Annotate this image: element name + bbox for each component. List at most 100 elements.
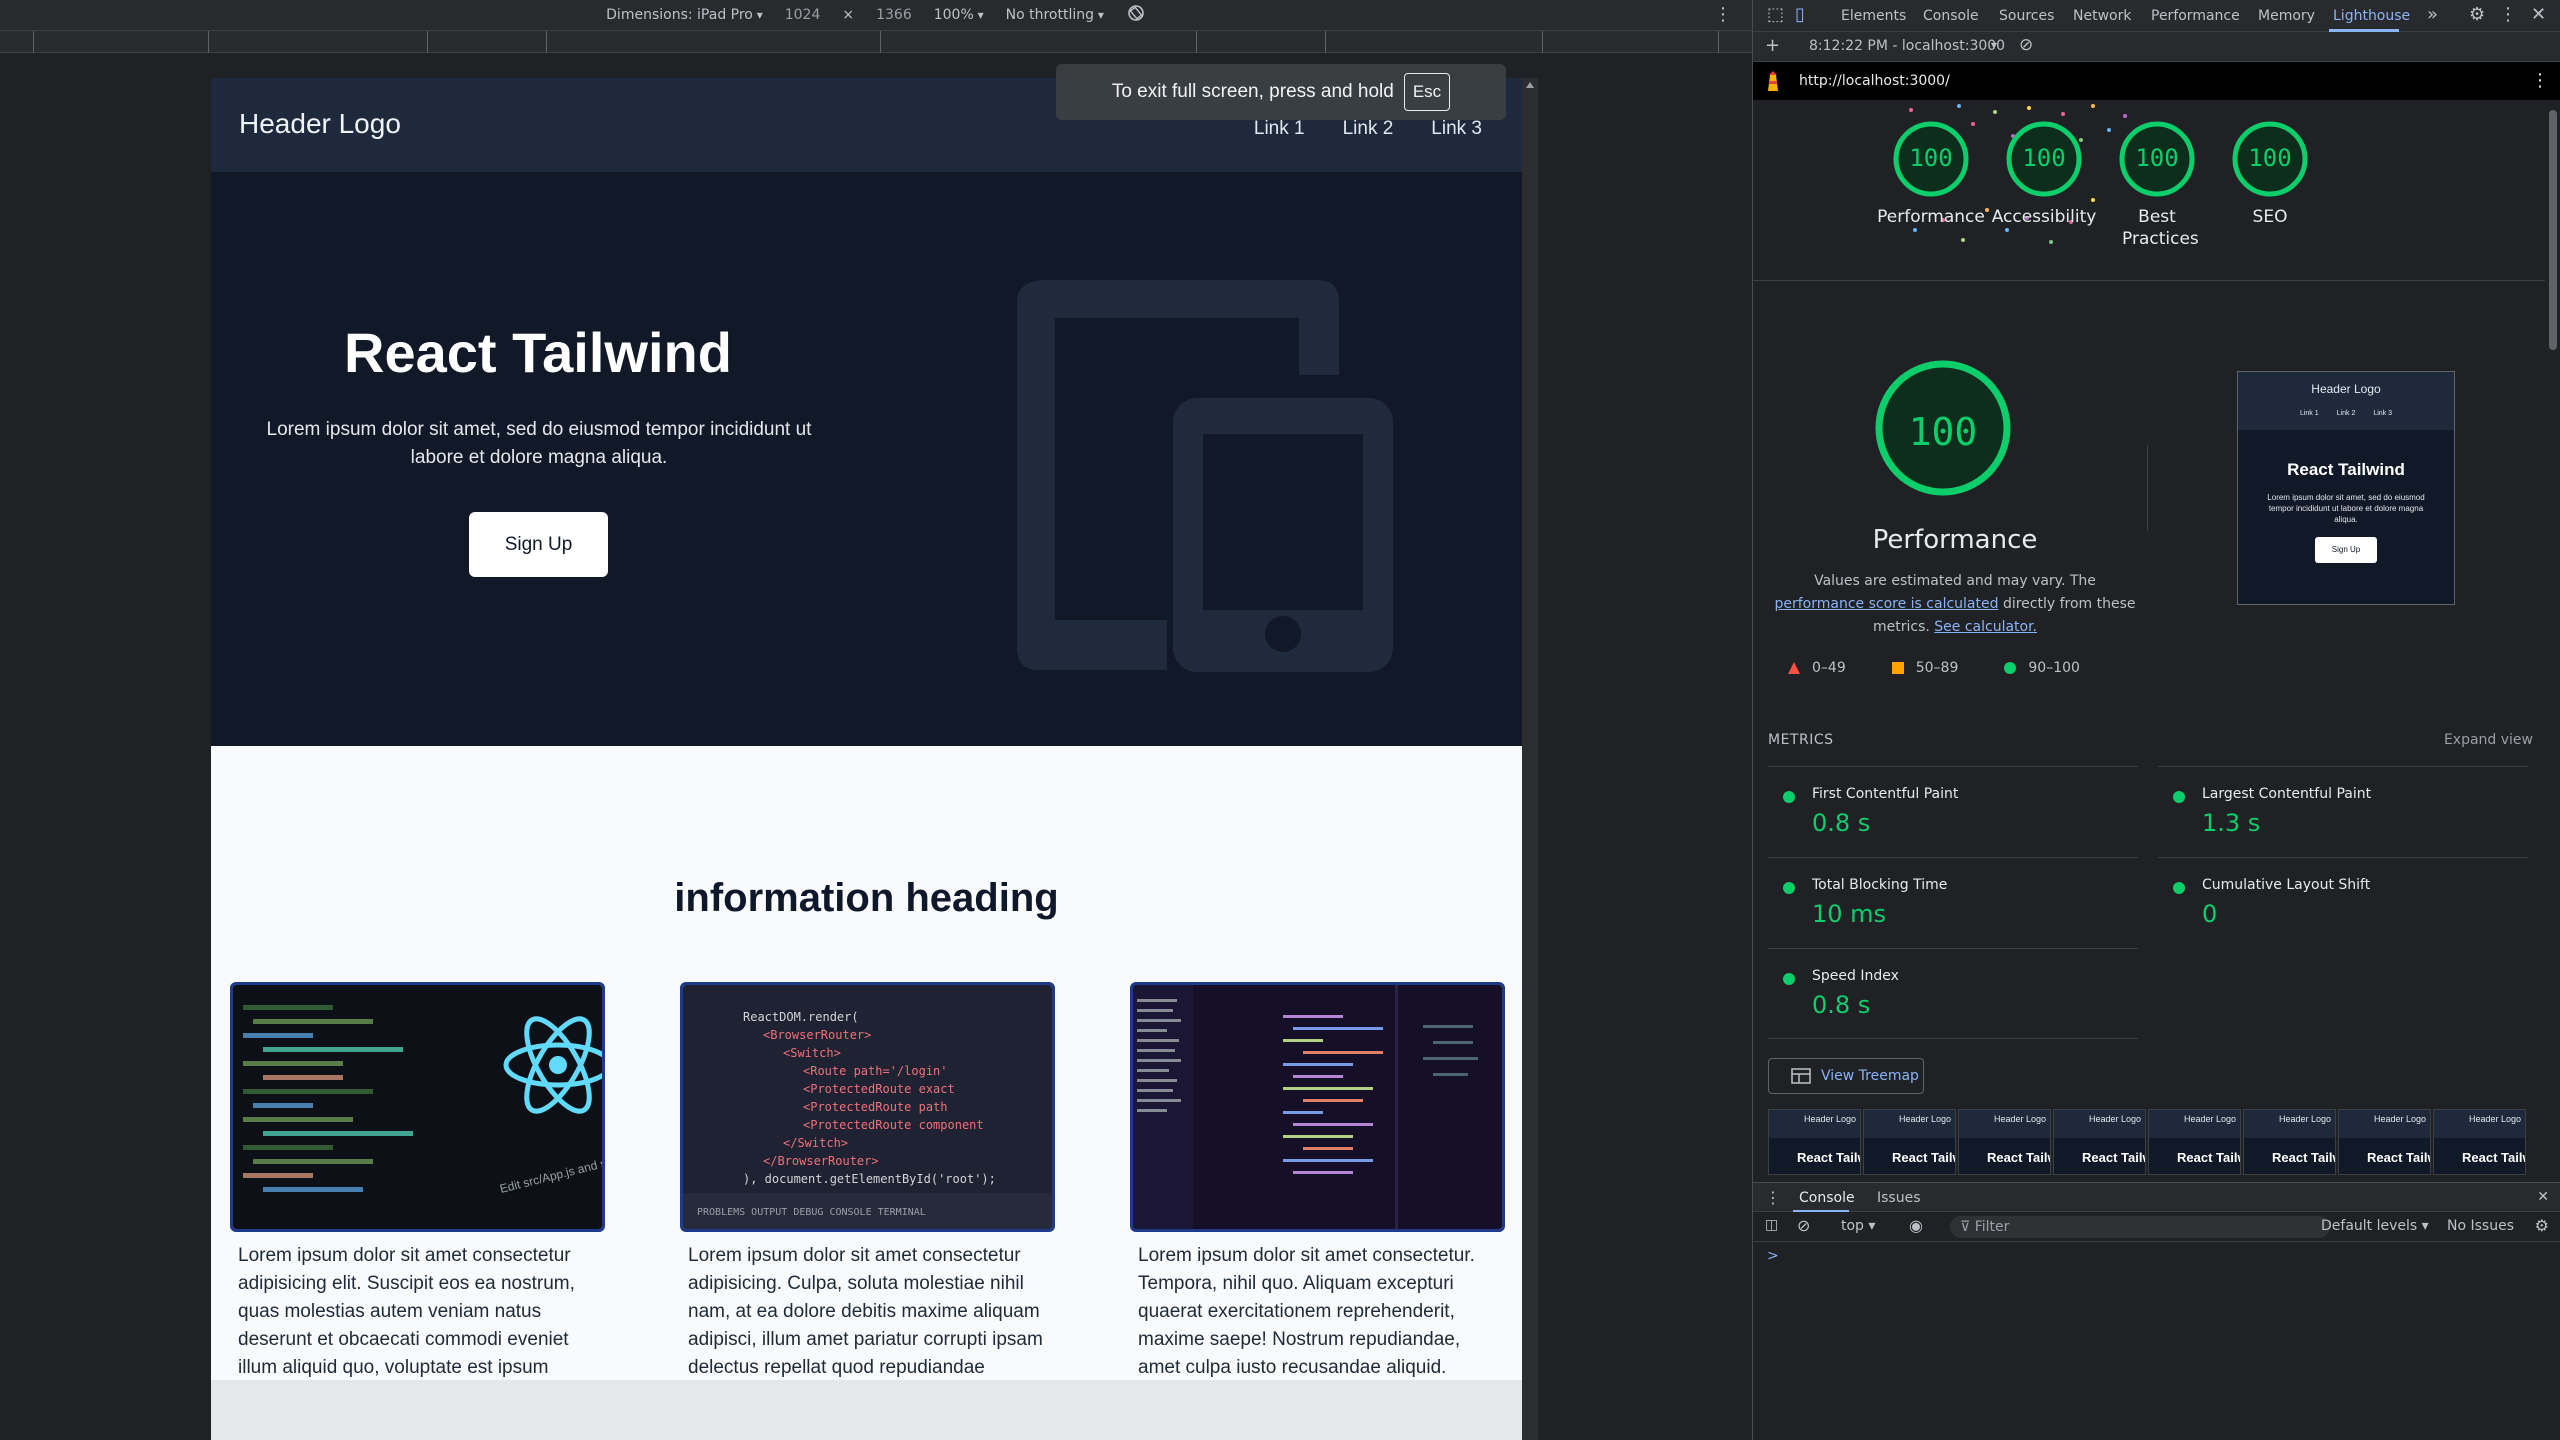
log-levels-select[interactable]: Default levels ▾ [2321,1218,2429,1234]
legend-label: 50–89 [1915,660,1959,676]
section-divider [1753,280,2545,281]
console-prompt[interactable]: > [1767,1248,1779,1264]
svg-text:<Switch>: <Switch> [783,1046,841,1060]
frame-logo: Header Logo [1769,1110,1860,1138]
screenshot-text: Lorem ipsum dolor sit amet, sed do eiusm… [2267,493,2425,524]
lighthouse-report: 100 Performance 100 Accessibility 100 Be… [1753,100,2545,1175]
more-options-icon[interactable]: ⋮ [1714,4,1732,25]
svg-text:), document.getElementById('ro: ), document.getElementById('root'); [743,1172,996,1186]
tab-network[interactable]: Network [2073,8,2131,24]
frame-title: React Tailwi [2462,1150,2525,1165]
tab-performance[interactable]: Performance [2151,8,2240,24]
svg-text:ReactDOM.render(: ReactDOM.render( [743,1010,859,1024]
performance-gauge-large: 100 [1873,358,2033,518]
filter-input[interactable]: ⊽ Filter [1950,1216,2330,1238]
drawer-tab-console[interactable]: Console [1799,1190,1855,1206]
frame-logo: Header Logo [1959,1110,2050,1138]
fullscreen-toast-text: To exit full screen, press and hold [1111,81,1394,102]
report-dropdown-icon[interactable]: ▾ [1991,38,1997,52]
gauge-best-practices[interactable]: 100 Best Practices [2102,120,2212,250]
new-report-icon[interactable]: + [1765,35,1780,56]
header-logo[interactable]: Header Logo [239,108,401,140]
more-tabs-icon[interactable]: » [2427,4,2438,25]
info-card-1: Edit src/App.js and save to Lorem ipsum … [230,982,605,1410]
gauge-label: Performance [1877,207,1985,227]
final-screenshot[interactable]: Header Logo Link 1 Link 2 Link 3 React T… [2237,371,2455,605]
screenshot-links: Link 1 Link 2 Link 3 [2238,410,2454,417]
tab-sources[interactable]: Sources [1999,8,2054,24]
legend-fail: 0–49 [1788,660,1846,676]
report-menu-icon[interactable]: ⋮ [2531,70,2549,91]
width-input[interactable]: 1024 [785,7,821,23]
filmstrip-frame: Header Logo React Tailwi [1958,1109,2051,1175]
issues-count[interactable]: No Issues [2447,1218,2514,1234]
tab-memory[interactable]: Memory [2258,8,2315,24]
zoom-select[interactable]: 100% [934,7,984,23]
device-toggle-icon[interactable]: ▯ [1795,4,1805,25]
gauge-accessibility[interactable]: 100 Accessibility [1989,120,2099,228]
performance-score-link[interactable]: performance score is calculated [1774,596,1998,612]
esc-key: Esc [1403,73,1451,111]
drawer-tab-issues[interactable]: Issues [1877,1190,1921,1206]
context-select[interactable]: top ▾ [1841,1218,1875,1234]
dimensions-select[interactable]: Dimensions: iPad Pro [606,7,763,23]
report-selector[interactable]: 8:12:22 PM - localhost:3000 [1809,38,2005,54]
sign-up-button[interactable]: Sign Up [469,512,608,577]
calculator-link[interactable]: See calculator. [1934,619,2037,635]
svg-text:<ProtectedRoute exact: <ProtectedRoute exact [803,1082,955,1096]
customize-kebab-icon[interactable]: ⋮ [2499,4,2517,25]
svg-text:<ProtectedRoute path: <ProtectedRoute path [803,1100,948,1114]
report-url[interactable]: http://localhost:3000/ [1799,73,1950,89]
view-treemap-button[interactable]: View Treemap [1768,1058,1924,1094]
close-drawer-icon[interactable]: ✕ [2537,1189,2549,1205]
view-treemap-label: View Treemap [1821,1068,1919,1084]
lighthouse-logo-icon [1765,71,1781,95]
screenshot-header: Header Logo Link 1 Link 2 Link 3 [2238,372,2454,430]
nav-link-1[interactable]: Link 1 [1254,118,1305,140]
metric-speed-index: Speed Index 0.8 s [1768,948,2138,1039]
svg-text:<Route path='/login': <Route path='/login' [803,1064,948,1078]
frame-logo: Header Logo [1864,1110,1955,1138]
eye-icon[interactable]: ◉ [1909,1216,1923,1235]
console-settings-icon[interactable]: ⚙ [2535,1216,2549,1235]
device-toolbar: Dimensions: iPad Pro 1024 × 1366 100% No… [0,0,1752,31]
fail-triangle-icon [1788,662,1800,674]
svg-text:</Switch>: </Switch> [783,1136,848,1150]
tab-elements[interactable]: Elements [1841,8,1906,24]
metric-value: 0 [2202,900,2218,928]
page-scrollbar[interactable] [1522,78,1538,1440]
metric-name: First Contentful Paint [1812,786,1959,802]
legend-label: 90–100 [2028,660,2080,676]
screenshot-title: React Tailwind [2287,460,2405,479]
gauge-performance[interactable]: 100 Performance [1876,120,1986,228]
screenshot-link: Link 3 [2373,410,2393,417]
report-scrollbar[interactable] [2545,100,2560,1175]
media-query-bar [0,31,1752,53]
tab-lighthouse[interactable]: Lighthouse [2333,8,2410,24]
frame-logo: Header Logo [2434,1110,2525,1138]
nav-link-2[interactable]: Link 2 [1343,118,1394,140]
drawer-menu-icon[interactable]: ⋮ [1765,1188,1781,1207]
inspect-icon[interactable]: ⬚ [1767,4,1784,25]
rotate-icon[interactable] [1126,3,1146,27]
gauge-score: 100 [2135,144,2179,172]
hero-title: React Tailwind [344,321,732,384]
nav-link-3[interactable]: Link 3 [1431,118,1482,140]
settings-gear-icon[interactable]: ⚙ [2469,4,2485,25]
height-input[interactable]: 1366 [876,7,912,23]
clear-console-icon[interactable]: ⊘ [1797,1216,1810,1235]
gauge-seo[interactable]: 100 SEO [2215,120,2325,228]
close-devtools-icon[interactable]: ✕ [2531,4,2546,25]
screenshot-link: Link 1 [2299,410,2319,417]
expand-view-toggle[interactable]: Expand view [2444,732,2533,748]
pass-dot-icon [1783,973,1795,985]
pass-dot-icon [1783,791,1795,803]
tab-console[interactable]: Console [1923,8,1979,24]
throttling-select[interactable]: No throttling [1006,7,1104,23]
sidebar-toggle-icon[interactable]: ◫ [1765,1217,1778,1233]
info-card-2: ReactDOM.render( <BrowserRouter> <Switch… [680,982,1055,1410]
metric-value: 10 ms [1812,900,1887,928]
clear-reports-icon[interactable]: ⊘ [2019,35,2033,55]
frame-title: React Tailwi [1892,1150,1955,1165]
filmstrip-frame: Header Logo React Tailwi [1863,1109,1956,1175]
